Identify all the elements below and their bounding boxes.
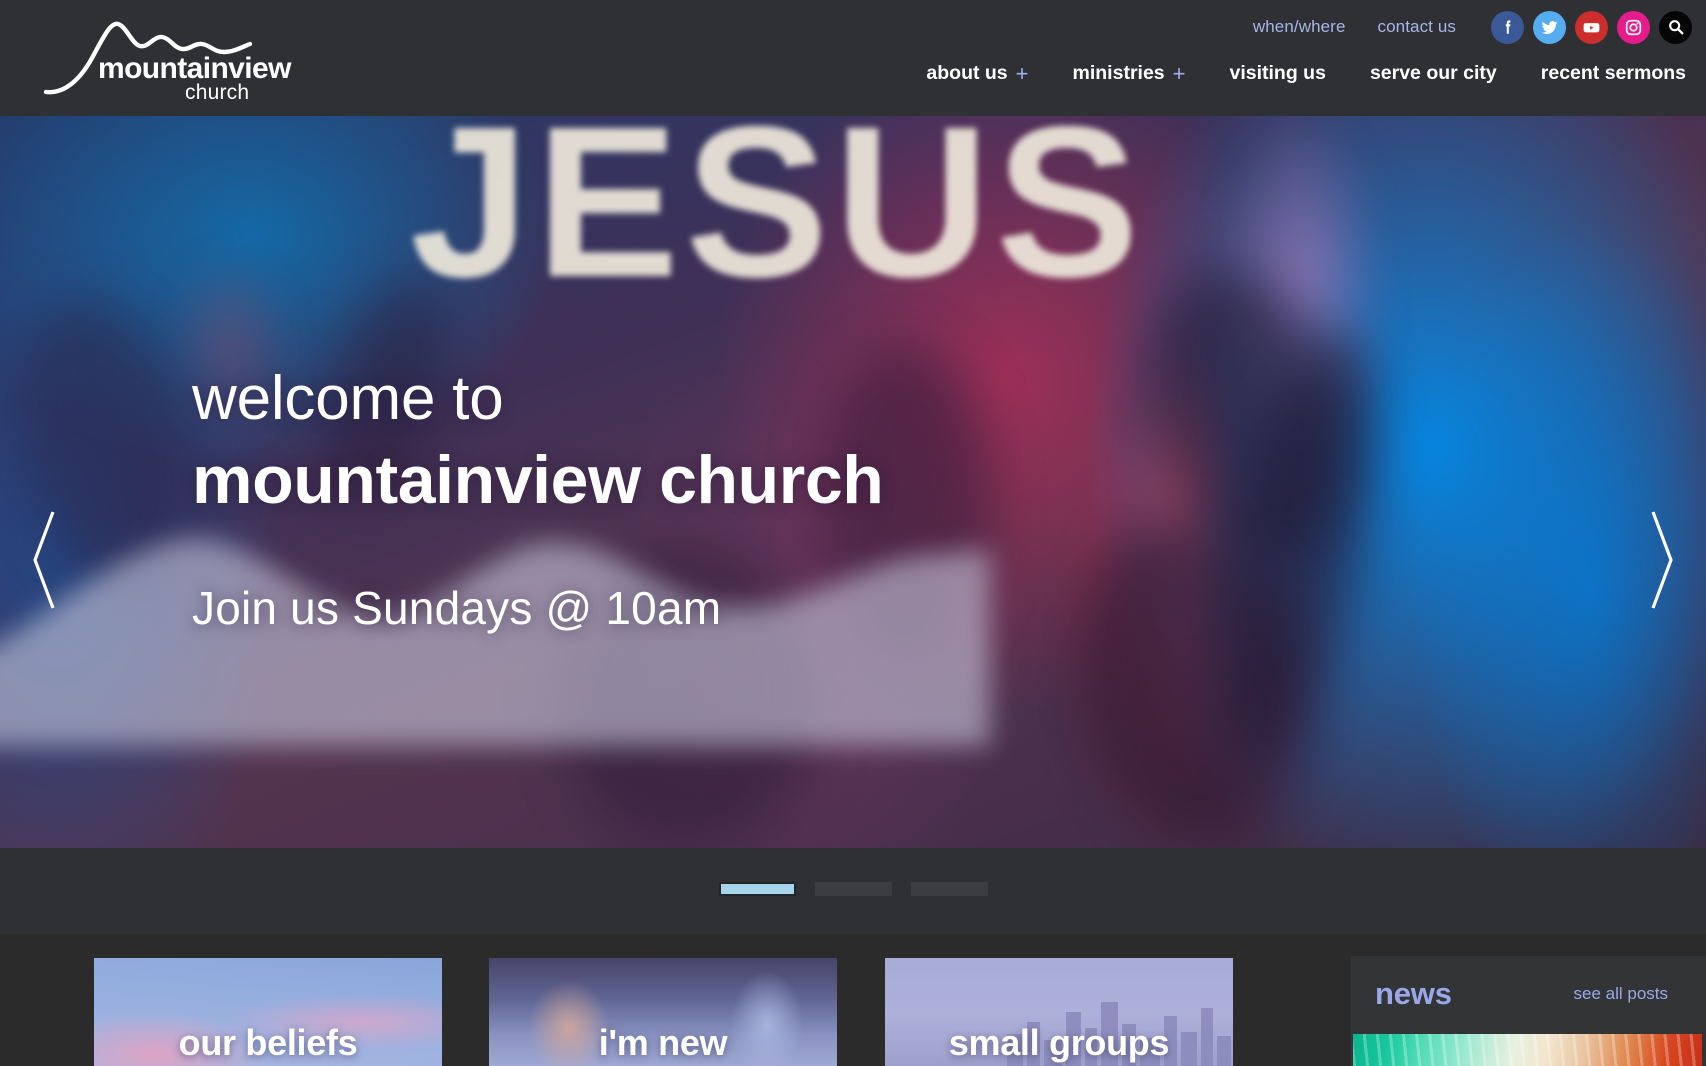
nav-item-about-us[interactable]: about us + (926, 62, 1028, 85)
news-featured-image[interactable] (1353, 1034, 1702, 1066)
twitter-icon[interactable] (1533, 10, 1566, 44)
youtube-glyph (1583, 22, 1600, 32)
top-link-when-where[interactable]: when/where (1253, 17, 1346, 37)
nav-label: recent sermons (1540, 62, 1686, 84)
hero-carousel: JESUS welcome to mountainview church Joi… (0, 116, 1706, 848)
news-panel-header: news see all posts (1351, 956, 1706, 1032)
carousel-indicator-band (0, 848, 1706, 934)
carousel-next-arrow[interactable] (1644, 509, 1678, 616)
card-label: our beliefs (178, 1022, 358, 1063)
nav-label: serve our city (1369, 62, 1497, 84)
chevron-right-icon (1651, 511, 1673, 609)
twitter-glyph (1541, 20, 1558, 34)
plus-icon[interactable]: + (1173, 62, 1186, 85)
carousel-indicators (0, 882, 1706, 896)
header-utility-bar: when/where contact us (1253, 7, 1692, 47)
hero-welcome-line: welcome to (192, 364, 504, 433)
chevron-left-icon (33, 511, 55, 609)
main-navigation: about us + ministries + visiting us serv… (926, 62, 1686, 85)
nav-label: ministries (1072, 62, 1165, 84)
nav-item-recent-sermons[interactable]: recent sermons (1541, 62, 1686, 85)
carousel-prev-arrow[interactable] (28, 509, 62, 616)
card-im-new[interactable]: i'm new (489, 958, 837, 1066)
page-root: mountainview church when/where contact u… (0, 0, 1706, 1066)
nav-label: visiting us (1229, 62, 1326, 84)
nav-item-serve-our-city[interactable]: serve our city (1370, 62, 1497, 85)
card-label: i'm new (598, 1022, 728, 1063)
carousel-indicator-3[interactable] (910, 882, 988, 896)
youtube-icon[interactable] (1575, 10, 1608, 44)
card-our-beliefs[interactable]: our beliefs (94, 958, 442, 1066)
carousel-indicator-2[interactable] (814, 882, 892, 896)
hero-subline: Join us Sundays @ 10am (192, 582, 722, 635)
search-icon[interactable] (1659, 10, 1692, 44)
mountainview-logo-icon: mountainview church (43, 21, 293, 102)
nav-item-ministries[interactable]: ministries + (1073, 62, 1186, 85)
svg-text:church: church (185, 81, 249, 102)
nav-item-visiting-us[interactable]: visiting us (1230, 62, 1326, 85)
magnifier-glyph (1668, 20, 1684, 35)
see-all-posts-link[interactable]: see all posts (1574, 984, 1687, 1004)
facebook-glyph (1505, 20, 1510, 34)
news-panel: news see all posts (1351, 956, 1706, 1066)
instagram-glyph (1625, 19, 1642, 35)
carousel-indicator-1[interactable] (718, 882, 796, 896)
hero-headline: mountainview church (192, 441, 884, 518)
nav-label: about us (926, 62, 1008, 84)
news-title: news (1375, 976, 1452, 1011)
card-label: small groups (948, 1022, 1170, 1063)
instagram-icon[interactable] (1617, 10, 1650, 44)
site-header: mountainview church when/where contact u… (0, 0, 1706, 116)
hero-background-word: JESUS (410, 116, 1146, 322)
plus-icon[interactable]: + (1016, 62, 1029, 85)
hero-text-block: welcome to mountainview church Join us S… (192, 364, 884, 635)
card-small-groups[interactable]: small groups (885, 958, 1233, 1066)
top-link-contact-us[interactable]: contact us (1378, 17, 1457, 37)
facebook-icon[interactable] (1491, 10, 1524, 44)
site-logo[interactable]: mountainview church (36, 10, 296, 102)
